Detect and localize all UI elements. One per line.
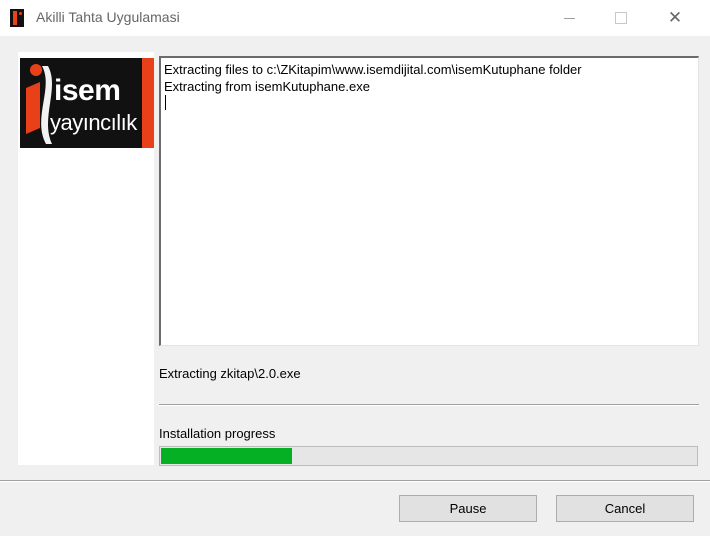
side-panel: isem yayıncılık [18,52,154,465]
button-separator [0,480,710,482]
brand-logo: isem yayıncılık [20,58,154,148]
logo-text-yayincilik: yayıncılık [50,110,137,135]
app-icon [10,9,24,27]
minimize-button[interactable] [546,0,592,36]
minimize-icon [563,17,575,19]
close-icon: ✕ [667,8,683,27]
status-text: Extracting zkitap\2.0.exe [159,366,301,381]
progress-label: Installation progress [159,426,276,441]
divider [159,404,699,406]
window-title: Akilli Tahta Uygulamasi [36,9,180,25]
extraction-log[interactable]: Extracting files to c:\ZKitapim\www.isem… [159,56,699,346]
progress-fill [161,448,292,464]
log-line: Extracting files to c:\ZKitapim\www.isem… [164,62,582,77]
maximize-button[interactable] [598,0,644,36]
pause-button[interactable]: Pause [399,495,537,522]
text-caret [165,95,166,110]
logo-text-isem: isem [54,74,121,107]
maximize-icon [615,12,627,24]
close-button[interactable]: ✕ [652,0,698,36]
log-line: Extracting from isemKutuphane.exe [164,79,370,94]
progress-bar [159,446,698,466]
title-bar: Akilli Tahta Uygulamasi ✕ [0,0,710,36]
cancel-button[interactable]: Cancel [556,495,694,522]
